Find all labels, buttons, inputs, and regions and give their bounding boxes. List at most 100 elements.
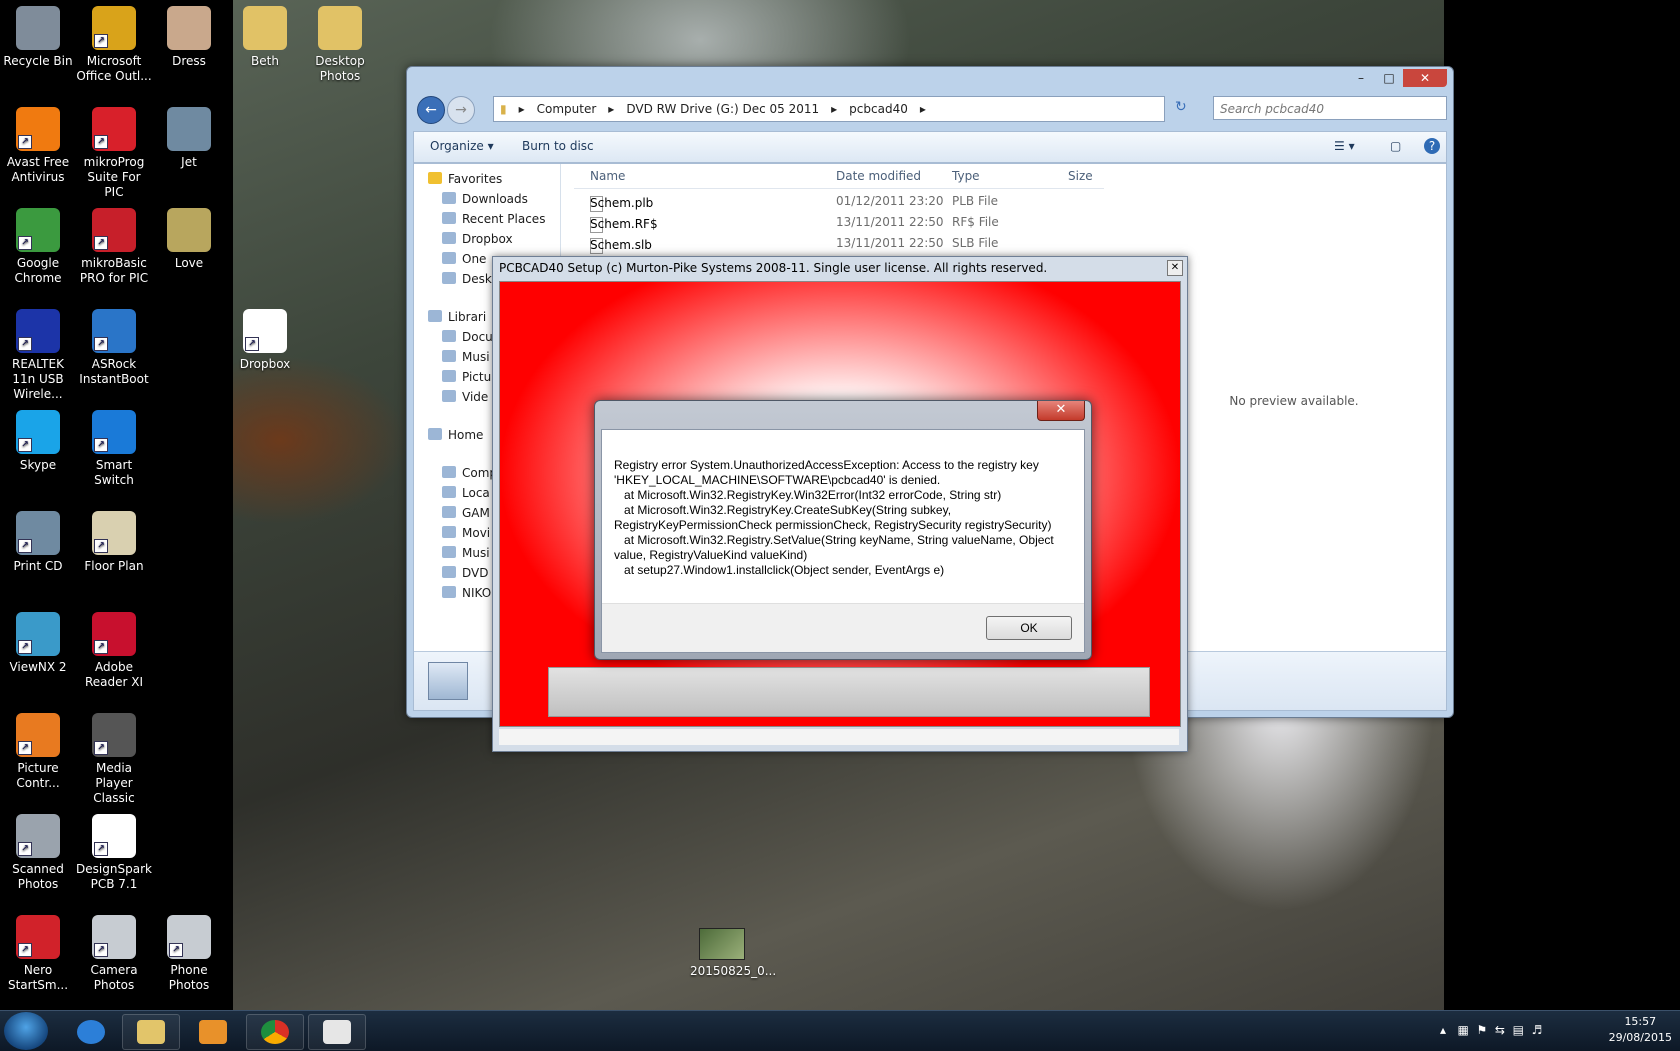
desktop-icon[interactable]: ↗ Smart Switch <box>76 406 152 488</box>
view-options-icon[interactable]: ☰ ▾ <box>1334 139 1355 153</box>
nav-pane-item[interactable]: One <box>442 252 486 266</box>
file-row[interactable]: Schem.RF$ 13/11/2011 22:50 RF$ File <box>574 213 1104 233</box>
nav-pane-item[interactable]: Dropbox <box>442 232 513 246</box>
desktop-icon-label: Phone Photos <box>168 963 210 992</box>
close-icon[interactable]: ✕ <box>1167 260 1183 276</box>
desktop-icon[interactable]: ↗ REALTEK 11n USB Wirele... <box>0 305 76 402</box>
desktop-icon[interactable]: ↗ Camera Photos <box>76 911 152 993</box>
taskbar-internet-explorer[interactable] <box>62 1014 120 1050</box>
nav-pane-item[interactable]: Downloads <box>442 192 528 206</box>
desktop-icon[interactable]: ↗ Picture Contr... <box>0 709 76 791</box>
refresh-icon[interactable]: ↻ <box>1175 99 1187 115</box>
taskbar-setup[interactable] <box>308 1014 366 1050</box>
desktop-icon[interactable]: ↗ Print CD <box>0 507 76 574</box>
desktop-icon[interactable]: ↗ Adobe Reader XI <box>76 608 152 690</box>
nav-item-icon <box>442 526 456 538</box>
organize-button[interactable]: Organize ▾ <box>430 139 494 153</box>
desktop-icon[interactable]: ↗ Media Player Classic <box>76 709 152 806</box>
desktop-icon[interactable]: ↗ Floor Plan <box>76 507 152 574</box>
taskbar: ▴ ▦ ⚑ ⇆ ▤ ♬ 15:57 29/08/2015 <box>0 1010 1680 1051</box>
desktop-icon[interactable]: ↗ mikroProg Suite For PIC <box>76 103 152 200</box>
breadcrumb-dvd-drive[interactable]: DVD RW Drive (G:) Dec 05 2011 <box>620 102 825 116</box>
burn-to-disc-button[interactable]: Burn to disc <box>522 139 594 153</box>
desktop-icon[interactable]: ↗ mikroBasic PRO for PIC <box>76 204 152 286</box>
desktop-icon[interactable]: Dress <box>151 2 227 69</box>
error-dialog[interactable]: ✕ Registry error System.UnauthorizedAcce… <box>594 400 1092 660</box>
windows-flag-icon[interactable]: ▦ <box>1457 1023 1468 1037</box>
column-name[interactable]: Name <box>590 169 625 183</box>
nav-pane-item[interactable]: Home <box>428 428 483 442</box>
nav-pane-item[interactable]: Musi <box>442 350 490 364</box>
nav-pane-item[interactable]: Movi <box>442 526 490 540</box>
breadcrumb-pcbcad40[interactable]: pcbcad40 <box>843 102 914 116</box>
desktop-icon[interactable]: ↗ ASRock InstantBoot <box>76 305 152 387</box>
taskbar-explorer[interactable] <box>122 1014 180 1050</box>
preview-pane-icon[interactable]: ▢ <box>1390 139 1401 153</box>
desktop-icon[interactable]: Jet <box>151 103 227 170</box>
address-bar[interactable]: ▮ ▸ Computer ▸ DVD RW Drive (G:) Dec 05 … <box>493 96 1165 122</box>
back-arrow-icon[interactable]: ← <box>417 96 445 124</box>
breadcrumb-computer[interactable]: Computer <box>531 102 603 116</box>
desktop-video-file[interactable]: 20150825_0... <box>690 928 776 978</box>
desktop-icon[interactable]: ↗ Scanned Photos <box>0 810 76 892</box>
maximize-icon[interactable]: □ <box>1375 69 1403 87</box>
desktop-icon-label: Jet <box>181 155 197 169</box>
nav-item-label: DVD <box>462 566 489 580</box>
nav-pane-item[interactable]: GAM <box>442 506 490 520</box>
nav-item-icon <box>442 272 456 284</box>
desktop-icon[interactable]: ↗ Nero StartSm... <box>0 911 76 993</box>
nav-pane-item[interactable]: Docu <box>442 330 493 344</box>
clock[interactable]: 15:57 29/08/2015 <box>1609 1014 1672 1046</box>
viewnx-icon: ↗ <box>16 612 60 656</box>
network-icon[interactable]: ▤ <box>1513 1023 1524 1037</box>
search-input[interactable]: Search pcbcad40 <box>1213 96 1447 120</box>
tray-expand-icon[interactable]: ▴ <box>1440 1023 1446 1037</box>
desktop-icon[interactable]: ↗ Microsoft Office Outl... <box>76 2 152 84</box>
nav-pane-item[interactable]: NIKO <box>442 586 491 600</box>
desktop-icon-label: Microsoft Office Outl... <box>76 54 152 83</box>
desktop-icon-label: Media Player Classic <box>93 761 135 805</box>
desktop-icon[interactable]: ↗ ViewNX 2 <box>0 608 76 675</box>
nav-pane-item[interactable]: Librari <box>428 310 486 324</box>
shortcut-arrow-icon: ↗ <box>94 135 108 149</box>
ok-button[interactable]: OK <box>986 616 1072 640</box>
column-type[interactable]: Type <box>952 169 980 183</box>
desktop-icon[interactable]: ↗ Avast Free Antivirus <box>0 103 76 185</box>
nav-pane-item[interactable]: Vide <box>442 390 488 404</box>
nav-pane-item[interactable]: Pictu <box>442 370 491 384</box>
close-icon[interactable]: ✕ <box>1037 401 1085 421</box>
start-button[interactable] <box>4 1012 48 1050</box>
folder-icon <box>137 1020 165 1044</box>
volume-icon[interactable]: ♬ <box>1532 1023 1543 1037</box>
taskbar-chrome[interactable] <box>246 1014 304 1050</box>
desktop-icon[interactable]: ↗ Dropbox <box>227 305 303 372</box>
minimize-icon[interactable]: – <box>1347 69 1375 87</box>
column-size[interactable]: Size <box>1068 169 1093 183</box>
taskbar-media-player[interactable] <box>184 1014 242 1050</box>
desktop-icon-label: Desktop Photos <box>315 54 365 83</box>
forward-arrow-icon[interactable]: → <box>447 96 475 124</box>
desktop-icon[interactable]: Beth <box>227 2 303 69</box>
desktop-icon[interactable]: ↗ Phone Photos <box>151 911 227 993</box>
desktop-icon[interactable]: Desktop Photos <box>302 2 378 84</box>
nav-pane-item[interactable]: Favorites <box>428 172 502 186</box>
desktop-icon[interactable]: ↗ DesignSpark PCB 7.1 <box>76 810 152 892</box>
desktop-icon[interactable]: Love <box>151 204 227 271</box>
sync-icon[interactable]: ⇆ <box>1495 1023 1505 1037</box>
nav-pane-item[interactable]: Musi <box>442 546 490 560</box>
action-center-icon[interactable]: ⚑ <box>1476 1023 1487 1037</box>
help-icon[interactable]: ? <box>1424 138 1440 154</box>
desktop-icon[interactable]: Recycle Bin <box>0 2 76 69</box>
desktop-icon[interactable]: ↗ Skype <box>0 406 76 473</box>
nav-pane-item[interactable]: Recent Places <box>442 212 545 226</box>
nav-pane-item[interactable]: Loca <box>442 486 490 500</box>
file-row[interactable]: Schem.slb 13/11/2011 22:50 SLB File <box>574 234 1104 254</box>
file-row[interactable]: Schem.plb 01/12/2011 23:20 PLB File <box>574 192 1104 212</box>
close-icon[interactable]: ✕ <box>1403 69 1447 87</box>
column-date-modified[interactable]: Date modified <box>836 169 921 183</box>
nav-item-label: Downloads <box>462 192 528 206</box>
photo-icon <box>167 208 211 252</box>
nav-pane-item[interactable]: Desk <box>442 272 492 286</box>
desktop-icon[interactable]: ↗ Google Chrome <box>0 204 76 286</box>
nav-pane-item[interactable]: DVD <box>442 566 488 580</box>
